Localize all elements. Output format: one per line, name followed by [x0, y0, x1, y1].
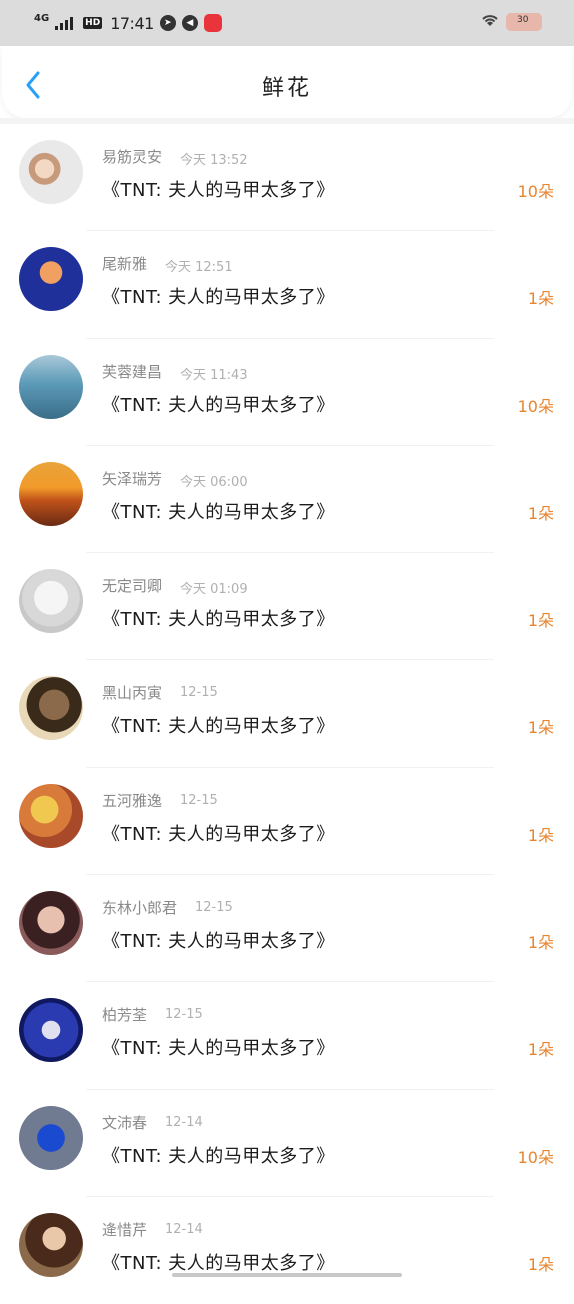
gift-time: 12-15 — [180, 685, 218, 701]
avatar[interactable] — [19, 569, 83, 634]
user-name[interactable]: 五河雅逸 — [102, 790, 162, 811]
list-item[interactable]: 柏芳荃 12-15 《TNT: 夫人的马甲太多了》 1朵 — [0, 982, 574, 1090]
gift-time: 12-15 — [165, 1007, 203, 1023]
gift-time: 12-14 — [165, 1114, 203, 1130]
user-name[interactable]: 东林小郎君 — [102, 897, 177, 918]
user-name[interactable]: 逄惜芹 — [102, 1219, 147, 1240]
flower-count: 1朵 — [527, 825, 554, 845]
battery-level: 30 — [517, 15, 529, 25]
avatar[interactable] — [19, 247, 83, 312]
flower-count: 1朵 — [527, 611, 554, 631]
book-title[interactable]: 《TNT: 夫人的马甲太多了》 — [102, 712, 335, 738]
list-item[interactable]: 逄惜芹 12-14 《TNT: 夫人的马甲太多了》 1朵 — [0, 1197, 574, 1304]
gift-time: 12-14 — [165, 1221, 203, 1237]
list-item[interactable]: 尾新雅 今天 12:51 《TNT: 夫人的马甲太多了》 1朵 — [0, 231, 574, 339]
flower-count: 10朵 — [517, 182, 554, 201]
list-item[interactable]: 黑山丙寅 12-15 《TNT: 夫人的马甲太多了》 1朵 — [0, 660, 574, 768]
user-name[interactable]: 黑山丙寅 — [102, 682, 162, 703]
user-name[interactable]: 无定司卿 — [102, 575, 162, 596]
flower-count: 1朵 — [527, 1040, 554, 1060]
compass-icon: ➤ — [159, 15, 176, 31]
signal-icon — [55, 16, 74, 30]
user-name[interactable]: 矢泽瑞芳 — [102, 468, 162, 489]
book-title[interactable]: 《TNT: 夫人的马甲太多了》 — [102, 176, 335, 202]
gift-time: 今天 13:52 — [180, 153, 248, 168]
page-title: 鲜花 — [261, 76, 312, 101]
book-title[interactable]: 《TNT: 夫人的马甲太多了》 — [102, 283, 335, 309]
avatar[interactable] — [19, 998, 83, 1063]
app-notification-icon — [203, 14, 222, 32]
speaker-icon: ◀ — [181, 15, 198, 31]
gift-time: 今天 01:09 — [180, 582, 248, 598]
book-title[interactable]: 《TNT: 夫人的马甲太多了》 — [102, 1142, 335, 1168]
list-item[interactable]: 矢泽瑞芳 今天 06:00 《TNT: 夫人的马甲太多了》 1朵 — [0, 446, 574, 554]
user-name[interactable]: 文沛春 — [102, 1112, 147, 1133]
list-item[interactable]: 东林小郎君 12-15 《TNT: 夫人的马甲太多了》 1朵 — [0, 875, 574, 983]
list-item[interactable]: 易筋灵安 今天 13:52 《TNT: 夫人的马甲太多了》 10朵 — [0, 124, 574, 232]
book-title[interactable]: 《TNT: 夫人的马甲太多了》 — [102, 605, 335, 631]
list-item[interactable]: 文沛春 12-14 《TNT: 夫人的马甲太多了》 10朵 — [0, 1090, 574, 1197]
avatar[interactable] — [19, 140, 83, 204]
book-title[interactable]: 《TNT: 夫人的马甲太多了》 — [102, 498, 335, 524]
gift-time: 12-15 — [195, 900, 233, 916]
avatar[interactable] — [19, 1105, 83, 1170]
user-name[interactable]: 尾新雅 — [102, 253, 147, 274]
battery-icon: 30 — [506, 13, 542, 31]
flower-count: 1朵 — [527, 718, 554, 738]
avatar[interactable] — [19, 783, 83, 848]
flower-count: 1朵 — [527, 503, 554, 523]
flower-count: 1朵 — [527, 933, 554, 953]
gift-time: 12-15 — [180, 792, 218, 808]
flower-list: 易筋灵安 今天 13:52 《TNT: 夫人的马甲太多了》 10朵 尾新雅 今天 12:5… — [0, 124, 574, 1304]
home-indicator[interactable] — [172, 1273, 402, 1277]
flower-count: 1朵 — [527, 1254, 554, 1274]
network-type: 4G — [34, 13, 50, 24]
list-item[interactable]: 五河雅逸 12-15 《TNT: 夫人的马甲太多了》 1朵 — [0, 768, 574, 876]
flower-count: 1朵 — [527, 289, 554, 309]
flower-count: 10朵 — [517, 1147, 554, 1167]
book-title[interactable]: 《TNT: 夫人的马甲太多了》 — [102, 391, 335, 417]
gift-time: 今天 12:51 — [165, 260, 233, 276]
gift-time: 今天 06:00 — [180, 474, 248, 490]
flower-count: 10朵 — [517, 396, 554, 416]
avatar[interactable] — [19, 461, 83, 526]
avatar[interactable] — [19, 676, 83, 741]
list-item[interactable]: 芙蓉建昌 今天 11:43 《TNT: 夫人的马甲太多了》 10朵 — [0, 339, 574, 446]
gift-time: 今天 11:43 — [180, 367, 248, 383]
user-name[interactable]: 易筋灵安 — [102, 146, 162, 167]
user-name[interactable]: 柏芳荃 — [102, 1004, 147, 1025]
hd-badge: HD — [83, 17, 103, 29]
page-header: 鲜花 — [2, 46, 572, 118]
status-bar: 4G HD 17:41 ➤ ◀ 30 — [0, 0, 574, 46]
user-name[interactable]: 芙蓉建昌 — [102, 361, 162, 382]
book-title[interactable]: 《TNT: 夫人的马甲太多了》 — [102, 1034, 335, 1060]
status-time: 17:41 — [110, 13, 154, 33]
book-title[interactable]: 《TNT: 夫人的马甲太多了》 — [102, 1249, 335, 1275]
book-title[interactable]: 《TNT: 夫人的马甲太多了》 — [102, 820, 335, 846]
avatar[interactable] — [19, 354, 83, 419]
book-title[interactable]: 《TNT: 夫人的马甲太多了》 — [102, 927, 335, 953]
wifi-icon — [480, 12, 500, 32]
avatar[interactable] — [19, 1212, 83, 1277]
avatar[interactable] — [19, 891, 83, 956]
list-item[interactable]: 无定司卿 今天 01:09 《TNT: 夫人的马甲太多了》 1朵 — [0, 553, 574, 661]
